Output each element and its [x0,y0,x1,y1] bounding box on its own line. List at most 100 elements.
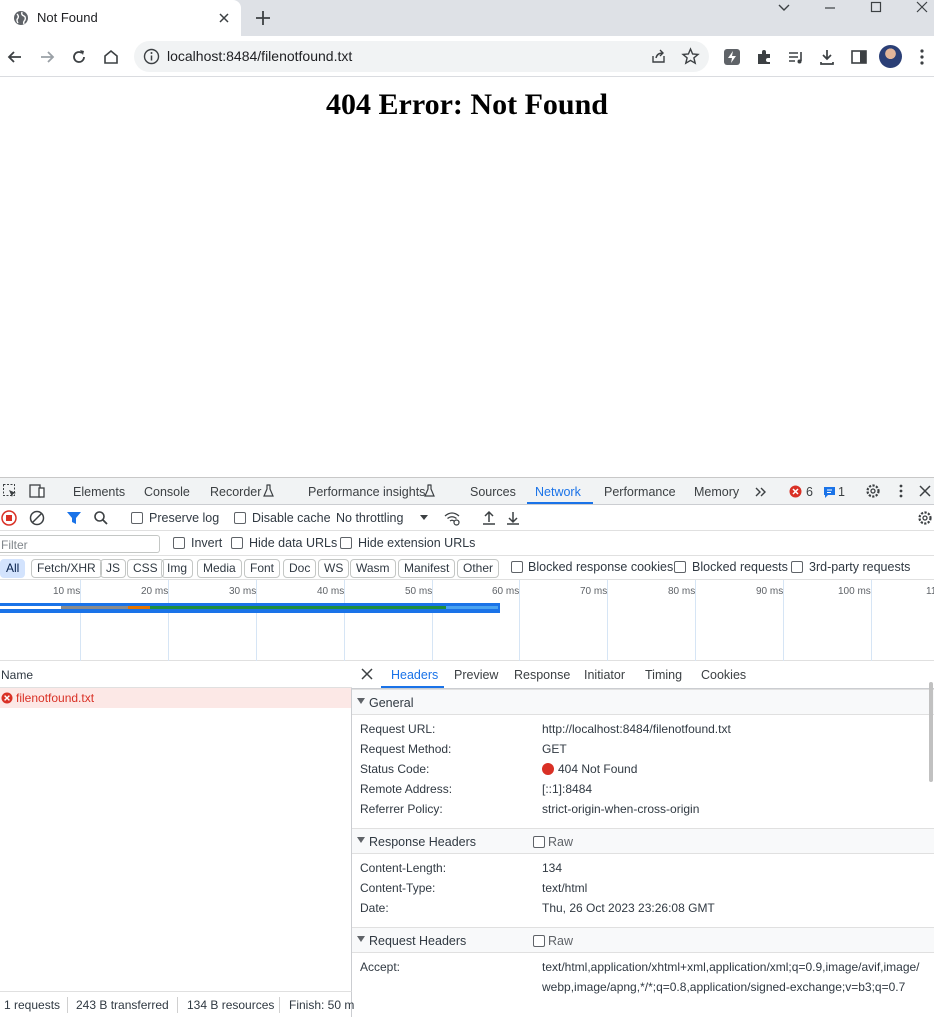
tab-recorder[interactable]: Recorder [210,485,261,499]
filter-chip-media[interactable]: Media [197,559,242,578]
minimize-icon[interactable] [820,0,840,18]
search-icon[interactable] [93,510,109,526]
window-close-icon[interactable] [912,0,932,18]
filter-input[interactable]: Filter [0,535,160,553]
filter-chip-font[interactable]: Font [244,559,281,578]
address-bar[interactable]: localhost:8484/filenotfound.txt [134,41,709,72]
detail-tab-initiator[interactable]: Initiator [584,668,625,682]
extension-bolt-icon[interactable] [722,47,742,67]
side-panel-icon[interactable] [849,47,869,67]
error-count-icon[interactable] [789,485,802,498]
settings-gear-icon[interactable] [865,483,881,499]
invert-checkbox[interactable] [173,537,185,549]
import-har-icon[interactable] [481,510,497,526]
filter-chip-css[interactable]: CSS [127,559,164,578]
dropdown-arrow-icon[interactable] [418,511,430,523]
invert-label[interactable]: Invert [191,536,222,550]
hide-extension-urls-checkbox[interactable] [340,537,352,549]
filter-chip-manifest[interactable]: Manifest [398,559,456,578]
hide-data-urls-label[interactable]: Hide data URLs [249,536,337,550]
browser-menu-icon[interactable] [912,47,932,67]
tab-performance[interactable]: Performance [604,485,676,499]
name-column-header[interactable]: Name [0,661,352,688]
devtools-menu-icon[interactable] [893,483,909,499]
inspect-element-icon[interactable] [2,483,18,499]
request-name[interactable]: filenotfound.txt [16,691,94,705]
filter-chip-all[interactable]: All [0,559,26,578]
error-count[interactable]: 6 [806,485,813,499]
raw-checkbox[interactable] [533,935,545,947]
blocked-response-cookies-label[interactable]: Blocked response cookies [528,560,673,574]
media-controls-icon[interactable] [786,47,806,67]
raw-label[interactable]: Raw [548,934,573,948]
detail-tab-preview[interactable]: Preview [454,668,498,682]
detail-tab-timing[interactable]: Timing [645,668,682,682]
disable-cache-checkbox[interactable] [234,512,246,524]
filter-chip-doc[interactable]: Doc [283,559,317,578]
tab-elements[interactable]: Elements [73,485,125,499]
request-row[interactable]: filenotfound.txt [0,688,351,708]
filter-chip-fetch-xhr[interactable]: Fetch/XHR [31,559,102,578]
close-tab-icon[interactable] [216,10,232,26]
tab-performance-insights[interactable]: Performance insights [308,485,425,499]
detail-scrollbar[interactable] [929,682,933,782]
detail-tab-response[interactable]: Response [514,668,570,682]
home-icon[interactable] [101,47,121,67]
profile-avatar[interactable] [879,45,902,68]
extensions-puzzle-icon[interactable] [754,47,774,67]
general-section-header[interactable]: General [352,689,934,715]
share-icon[interactable] [649,47,668,66]
filter-chip-js[interactable]: JS [100,559,127,578]
detail-tab-headers[interactable]: Headers [391,668,438,682]
site-info-icon[interactable] [143,48,160,65]
third-party-requests-label[interactable]: 3rd-party requests [809,560,910,574]
collapse-triangle-icon[interactable] [357,837,365,843]
close-devtools-icon[interactable] [917,483,933,499]
new-tab-icon[interactable] [253,8,273,28]
network-settings-gear-icon[interactable] [917,510,933,526]
record-stop-icon[interactable] [1,510,17,526]
more-tabs-chevron-icon[interactable] [753,484,769,500]
collapse-triangle-icon[interactable] [357,936,365,942]
blocked-response-cookies-checkbox[interactable] [511,561,523,573]
disable-cache-label[interactable]: Disable cache [252,511,331,525]
throttling-select[interactable]: No throttling [336,511,403,525]
tab-search-icon[interactable] [774,0,794,18]
blocked-requests-checkbox[interactable] [674,561,686,573]
collapse-triangle-icon[interactable] [357,698,365,704]
blocked-requests-label[interactable]: Blocked requests [692,560,788,574]
hide-extension-urls-label[interactable]: Hide extension URLs [358,536,475,550]
response-headers-section-header[interactable]: Response Headers Raw [352,828,934,854]
tab-console[interactable]: Console [144,485,190,499]
tab-network[interactable]: Network [535,485,581,499]
back-icon[interactable] [5,47,25,67]
close-detail-icon[interactable] [360,667,374,681]
export-har-icon[interactable] [505,510,521,526]
preserve-log-label[interactable]: Preserve log [149,511,219,525]
url-text[interactable]: localhost:8484/filenotfound.txt [167,48,352,64]
raw-label[interactable]: Raw [548,835,573,849]
message-count-icon[interactable] [823,486,836,499]
raw-checkbox[interactable] [533,836,545,848]
tab-sources[interactable]: Sources [470,485,516,499]
filter-chip-img[interactable]: Img [161,559,194,578]
preserve-log-checkbox[interactable] [131,512,143,524]
filter-chip-wasm[interactable]: Wasm [350,559,396,578]
tab-memory[interactable]: Memory [694,485,739,499]
browser-tab[interactable]: Not Found [0,0,241,36]
message-count[interactable]: 1 [838,485,845,499]
network-conditions-icon[interactable] [444,510,460,526]
clear-icon[interactable] [29,510,45,526]
network-overview-timeline[interactable]: 10 ms 20 ms 30 ms 40 ms 50 ms 60 ms 70 m… [0,580,934,661]
filter-chip-ws[interactable]: WS [318,559,350,578]
download-icon[interactable] [817,47,837,67]
filter-funnel-icon[interactable] [66,510,82,526]
third-party-requests-checkbox[interactable] [791,561,803,573]
maximize-icon[interactable] [866,0,886,18]
bookmark-star-icon[interactable] [681,47,700,66]
detail-tab-cookies[interactable]: Cookies [701,668,746,682]
request-headers-section-header[interactable]: Request Headers Raw [352,927,934,953]
hide-data-urls-checkbox[interactable] [231,537,243,549]
reload-icon[interactable] [69,47,89,67]
forward-icon[interactable] [37,47,57,67]
